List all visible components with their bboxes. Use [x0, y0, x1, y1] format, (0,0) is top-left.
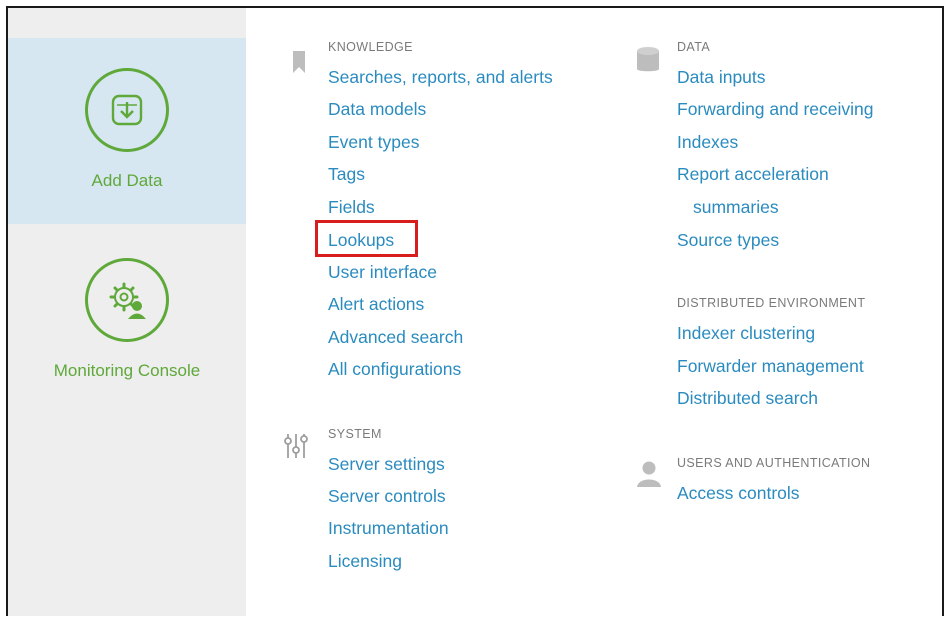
link-fields[interactable]: Fields: [328, 196, 375, 218]
add-data-label: Add Data: [91, 171, 163, 190]
link-server-controls[interactable]: Server controls: [328, 485, 446, 507]
link-report-acceleration-summaries[interactable]: summaries: [693, 196, 779, 218]
download-icon: [111, 94, 143, 126]
link-user-interface[interactable]: User interface: [328, 261, 437, 283]
gear-user-icon: [109, 282, 146, 319]
bookmark-icon: [293, 51, 305, 73]
monitoring-console-icon-circle: [85, 258, 169, 342]
knowledge-section-title: KNOWLEDGE: [328, 40, 413, 54]
link-instrumentation[interactable]: Instrumentation: [328, 517, 449, 539]
monitoring-console-label: Monitoring Console: [53, 361, 201, 380]
link-data-models[interactable]: Data models: [328, 98, 426, 120]
add-data-icon-circle: [85, 68, 169, 152]
link-server-settings[interactable]: Server settings: [328, 453, 445, 475]
link-licensing[interactable]: Licensing: [328, 550, 402, 572]
link-event-types[interactable]: Event types: [328, 131, 419, 153]
link-searches-reports-alerts[interactable]: Searches, reports, and alerts: [328, 66, 553, 88]
lookups-highlight-box: [315, 220, 418, 257]
link-source-types[interactable]: Source types: [677, 229, 779, 251]
link-access-controls[interactable]: Access controls: [677, 482, 800, 504]
link-advanced-search[interactable]: Advanced search: [328, 326, 463, 348]
sliders-icon: [284, 434, 308, 458]
link-indexes[interactable]: Indexes: [677, 131, 738, 153]
link-all-configurations[interactable]: All configurations: [328, 358, 461, 380]
distributed-section-title: DISTRIBUTED ENVIRONMENT: [677, 296, 866, 310]
link-forwarder-management[interactable]: Forwarder management: [677, 355, 864, 377]
link-tags[interactable]: Tags: [328, 163, 365, 185]
link-alert-actions[interactable]: Alert actions: [328, 293, 424, 315]
link-distributed-search[interactable]: Distributed search: [677, 387, 818, 409]
database-icon: [637, 47, 659, 72]
settings-menu-panel: Add Data Monitoring Console KNOWLEDGE Se…: [6, 6, 944, 616]
link-report-acceleration[interactable]: Report acceleration: [677, 163, 829, 185]
app-tile-add-data[interactable]: Add Data: [8, 38, 246, 224]
link-indexer-clustering[interactable]: Indexer clustering: [677, 322, 815, 344]
app-tile-monitoring-console[interactable]: Monitoring Console: [8, 224, 246, 414]
apps-sidebar: Add Data Monitoring Console: [8, 8, 246, 616]
link-data-inputs[interactable]: Data inputs: [677, 66, 766, 88]
user-icon: [637, 461, 661, 487]
link-forwarding-receiving[interactable]: Forwarding and receiving: [677, 98, 874, 120]
data-section-title: DATA: [677, 40, 711, 54]
users-section-title: USERS AND AUTHENTICATION: [677, 456, 871, 470]
system-section-title: SYSTEM: [328, 427, 382, 441]
